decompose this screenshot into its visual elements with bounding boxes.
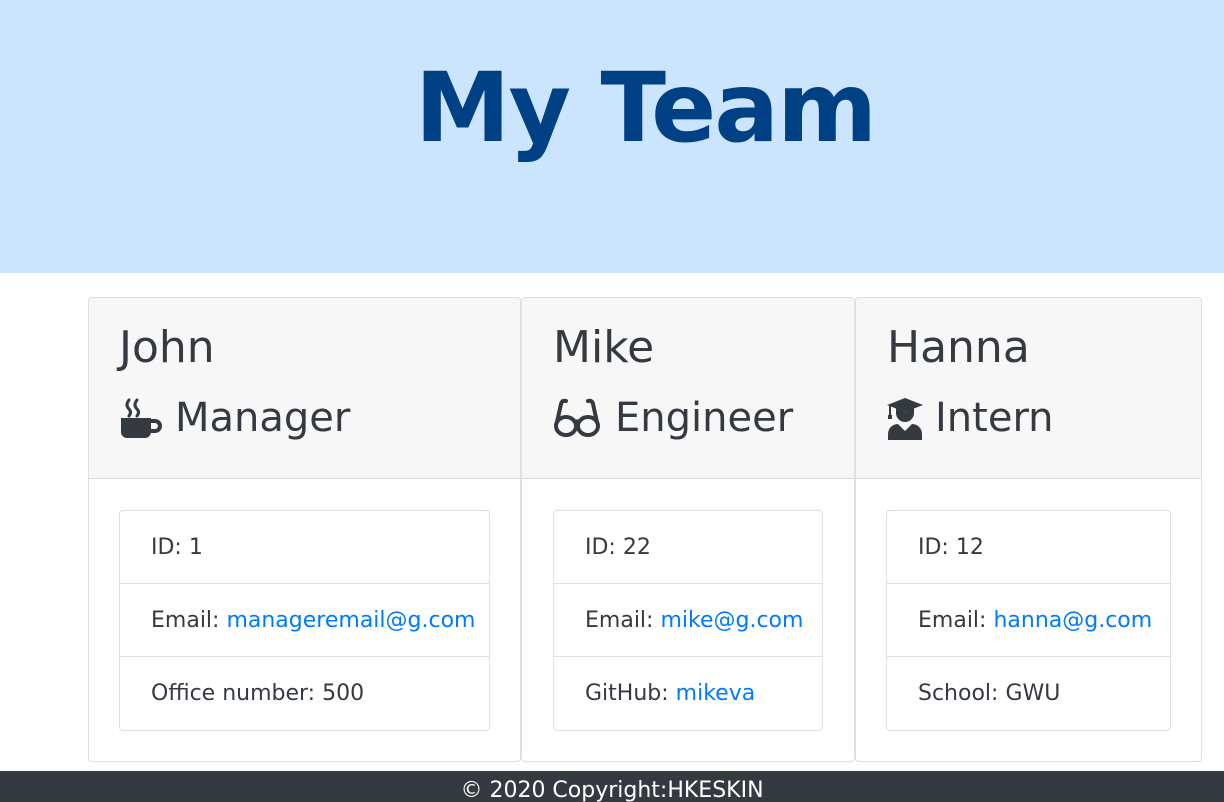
member-details-list: ID: 1 Email: manageremail@g.com Office n… <box>119 510 490 731</box>
member-name: John <box>119 322 215 373</box>
list-item-id: ID: 12 <box>887 511 1170 584</box>
member-details-list: ID: 22 Email: mike@g.com GitHub: mikeva <box>553 510 823 731</box>
copyright-text: © 2020 Copyright:HKESKIN <box>460 778 764 802</box>
id-value: 1 <box>188 534 203 560</box>
list-item-id: ID: 22 <box>554 511 822 584</box>
id-value: 12 <box>955 534 984 560</box>
member-name: Mike <box>553 322 655 373</box>
graduate-icon <box>885 396 925 440</box>
office-label: Office number: <box>151 681 316 706</box>
email-link[interactable]: manageremail@g.com <box>226 608 475 633</box>
page-header: My Team <box>0 0 1224 273</box>
id-label: ID: <box>918 534 949 560</box>
email-label: Email: <box>918 607 987 633</box>
id-value: 22 <box>622 534 651 560</box>
list-item-email: Email: mike@g.com <box>554 584 822 657</box>
card-header: Hanna Intern <box>856 298 1201 479</box>
list-item-office: Office number: 500 <box>120 657 489 730</box>
office-value: 500 <box>322 681 365 706</box>
member-role: Engineer <box>553 392 793 444</box>
list-item-email: Email: manageremail@g.com <box>120 584 489 657</box>
list-item-school: School: GWU <box>887 657 1170 730</box>
github-link[interactable]: mikeva <box>676 681 756 706</box>
id-label: ID: <box>585 534 616 560</box>
page-title: My Team <box>414 52 877 164</box>
glasses-icon <box>553 396 601 440</box>
member-details-list: ID: 12 Email: hanna@g.com School: GWU <box>886 510 1171 731</box>
member-name: Hanna <box>887 322 1030 373</box>
team-member-card-engineer: Mike Engineer ID: 22 Email: mike@g.com G… <box>521 297 855 762</box>
email-label: Email: <box>151 607 220 633</box>
team-member-card-intern: Hanna Intern ID: 12 Email: hanna@g.com S… <box>855 297 1202 762</box>
card-header: Mike Engineer <box>522 298 854 479</box>
member-role-label: Manager <box>175 395 351 441</box>
email-link[interactable]: hanna@g.com <box>993 608 1152 633</box>
team-member-card-manager: John Manager ID: 1 Email: manageremail@g… <box>88 297 521 762</box>
school-value: GWU <box>1005 681 1061 706</box>
school-label: School: <box>918 681 999 706</box>
member-role-label: Intern <box>935 395 1054 441</box>
member-role: Manager <box>119 392 350 444</box>
member-role: Intern <box>885 392 1054 444</box>
card-header: John Manager <box>89 298 520 479</box>
list-item-id: ID: 1 <box>120 511 489 584</box>
id-label: ID: <box>151 534 182 560</box>
coffee-mug-icon <box>119 396 163 440</box>
member-role-label: Engineer <box>615 395 794 441</box>
email-label: Email: <box>585 607 654 633</box>
email-link[interactable]: mike@g.com <box>660 608 803 633</box>
page-footer: © 2020 Copyright:HKESKIN <box>0 771 1224 802</box>
list-item-email: Email: hanna@g.com <box>887 584 1170 657</box>
github-label: GitHub: <box>585 681 669 706</box>
list-item-github: GitHub: mikeva <box>554 657 822 730</box>
